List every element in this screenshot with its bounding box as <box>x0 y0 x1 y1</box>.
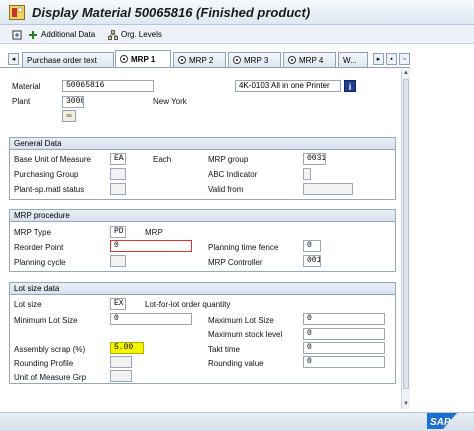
lot-size-description: Lot-for-lot order quantity <box>145 300 231 309</box>
tab-mrp-3[interactable]: MRP 3 <box>228 52 281 67</box>
plant-status-label: Plant-sp.matl status <box>14 185 85 194</box>
org-levels-icon <box>108 29 118 40</box>
tab-strip: ◂ Purchase order text MRP 1 MRP 2 MRP 3 … <box>0 50 474 67</box>
lot-size-data-title: Lot size data <box>10 283 395 295</box>
toggle-view-button[interactable] <box>12 28 22 41</box>
planning-cycle-field[interactable] <box>110 255 126 267</box>
chevron-left-icon: ◂ <box>11 56 16 63</box>
glasses-icon: ∞ <box>66 111 72 120</box>
tab-list-button[interactable]: ▪ <box>386 53 397 65</box>
plant-details-button[interactable]: ∞ <box>62 110 76 122</box>
plant-label: Plant <box>12 97 31 106</box>
additional-data-label: Additional Data <box>41 30 96 39</box>
maximum-stock-level-field[interactable]: 0 <box>303 328 385 340</box>
tab-mrp-1[interactable]: MRP 1 <box>115 50 171 67</box>
valid-from-label: Valid from <box>208 185 244 194</box>
maximum-lot-size-label: Maximum Lot Size <box>208 316 274 325</box>
tab-status-icon <box>178 56 186 64</box>
base-uom-label: Base Unit of Measure <box>14 155 91 164</box>
info-icon[interactable]: i <box>344 80 356 92</box>
lot-size-field[interactable]: EX <box>110 298 126 310</box>
plant-description: New York <box>153 97 187 106</box>
uom-group-field[interactable] <box>110 370 132 382</box>
display-change-icon <box>12 30 22 39</box>
tab-mrp-4[interactable]: MRP 4 <box>283 52 336 67</box>
tab-scroll-right-button[interactable]: ▸ <box>373 53 384 65</box>
svg-text:SAP: SAP <box>430 417 451 428</box>
window-title: Display Material 50065816 (Finished prod… <box>32 5 311 20</box>
maximum-lot-size-field[interactable]: 0 <box>303 313 385 325</box>
material-label: Material <box>12 82 41 91</box>
reorder-point-label: Reorder Point <box>14 243 64 252</box>
scroll-down-icon[interactable]: ▼ <box>402 400 410 408</box>
mrp-type-description: MRP <box>145 228 163 237</box>
scroll-up-icon[interactable]: ▲ <box>402 69 410 77</box>
sap-logo: SAP <box>427 413 457 429</box>
mrp-controller-field[interactable]: 001 <box>303 255 321 267</box>
tab-work-scheduling[interactable]: W... <box>338 52 368 67</box>
minimum-lot-size-label: Minimum Lot Size <box>14 316 78 325</box>
vertical-scrollbar[interactable]: ▲ ▼ <box>401 69 410 409</box>
sap-menu-icon[interactable] <box>9 5 25 20</box>
mrp-procedure-title: MRP procedure <box>10 210 395 222</box>
valid-from-field[interactable] <box>303 183 353 195</box>
window-icon: ▫ <box>403 55 406 63</box>
mrp-type-field[interactable]: PD <box>110 226 126 238</box>
plant-status-field[interactable] <box>110 183 126 195</box>
takt-time-field[interactable]: 0 <box>303 342 385 354</box>
material-description-field[interactable]: 4K-0103 All in one Printer <box>235 80 341 92</box>
rounding-profile-field[interactable] <box>110 356 132 368</box>
rounding-profile-label: Rounding Profile <box>14 359 74 368</box>
assembly-scrap-field[interactable]: 5.00 <box>110 342 144 354</box>
planning-time-fence-field[interactable]: 0 <box>303 240 321 252</box>
maximum-stock-level-label: Maximum stock level <box>208 330 283 339</box>
assembly-scrap-label: Assembly scrap (%) <box>14 345 86 354</box>
tab-status-icon <box>233 56 241 64</box>
additional-data-icon <box>29 30 37 39</box>
scrollbar-thumb[interactable] <box>403 79 409 389</box>
minimum-lot-size-field[interactable]: 0 <box>110 313 192 325</box>
tab-scroll-left-button[interactable]: ◂ <box>8 53 19 65</box>
general-data-title: General Data <box>10 138 395 150</box>
tab-overview-button[interactable]: ▫ <box>399 53 410 65</box>
lot-size-label: Lot size <box>14 300 42 309</box>
planning-time-fence-label: Planning time fence <box>208 243 279 252</box>
abc-indicator-label: ABC Indicator <box>208 170 258 179</box>
plant-field[interactable]: 3000 <box>62 96 84 108</box>
tab-list-icon: ▪ <box>390 55 393 63</box>
mrp-controller-label: MRP Controller <box>208 258 263 267</box>
planning-cycle-label: Planning cycle <box>14 258 66 267</box>
takt-time-label: Takt time <box>208 345 241 354</box>
base-uom-description: Each <box>153 155 172 164</box>
mrp-type-label: MRP Type <box>14 228 52 237</box>
reorder-point-field[interactable]: 0 <box>110 240 192 252</box>
chevron-right-icon: ▸ <box>376 56 381 63</box>
mrp-group-field[interactable]: 0031 <box>303 153 326 165</box>
tab-mrp-2[interactable]: MRP 2 <box>173 52 226 67</box>
uom-group-label: Unit of Measure Grp <box>14 373 87 382</box>
purchasing-group-field[interactable] <box>110 168 126 180</box>
org-levels-button[interactable]: Org. Levels <box>108 28 162 41</box>
status-bar <box>0 412 474 431</box>
tab-status-icon <box>120 55 128 63</box>
tab-status-icon <box>288 56 296 64</box>
material-field[interactable]: 50065816 <box>62 80 154 92</box>
base-uom-field[interactable]: EA <box>110 153 126 165</box>
additional-data-button[interactable]: Additional Data <box>28 28 95 41</box>
title-bar: Display Material 50065816 (Finished prod… <box>0 0 474 25</box>
mrp-group-label: MRP group <box>208 155 249 164</box>
rounding-value-field[interactable]: 0 <box>303 356 385 368</box>
purchasing-group-label: Purchasing Group <box>14 170 79 179</box>
org-levels-label: Org. Levels <box>121 30 162 39</box>
tab-purchase-order-text[interactable]: Purchase order text <box>22 52 114 67</box>
abc-indicator-field[interactable] <box>303 168 311 180</box>
mrp-procedure-group: MRP procedure <box>9 209 396 272</box>
application-toolbar: Additional Data Org. Levels <box>0 25 474 44</box>
rounding-value-label: Rounding value <box>208 359 264 368</box>
